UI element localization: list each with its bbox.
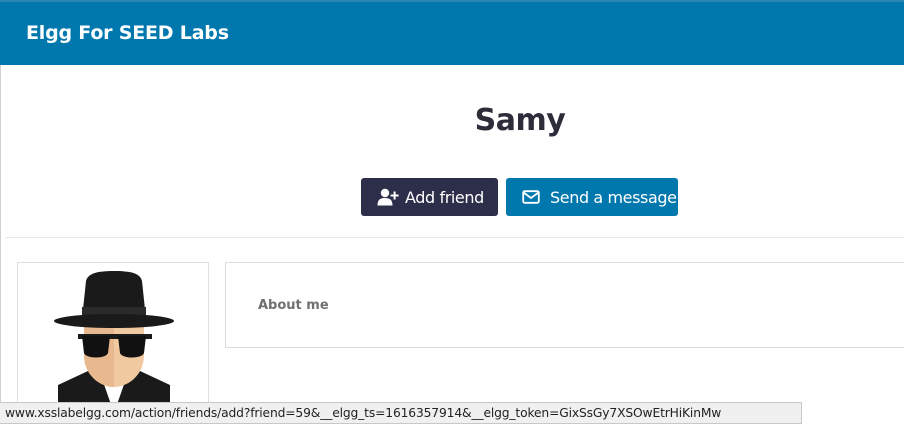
send-message-label: Send a message	[550, 187, 677, 207]
user-plus-icon	[377, 188, 399, 206]
spy-avatar-icon	[54, 271, 174, 423]
profile-name: Samy	[474, 103, 566, 138]
about-me-label: About me	[258, 298, 329, 313]
about-section: About me	[225, 262, 904, 348]
envelope-icon	[522, 188, 544, 206]
section-divider	[6, 237, 904, 238]
add-friend-label: Add friend	[405, 187, 484, 207]
send-message-button[interactable]: Send a message	[506, 178, 678, 216]
add-friend-button[interactable]: Add friend	[361, 178, 498, 216]
top-bar: Elgg For SEED Labs	[0, 0, 904, 65]
site-title-link[interactable]: Elgg For SEED Labs	[26, 22, 229, 44]
avatar[interactable]	[17, 262, 209, 424]
browser-status-bar: www.xsslabelgg.com/action/friends/add?fr…	[0, 402, 802, 424]
